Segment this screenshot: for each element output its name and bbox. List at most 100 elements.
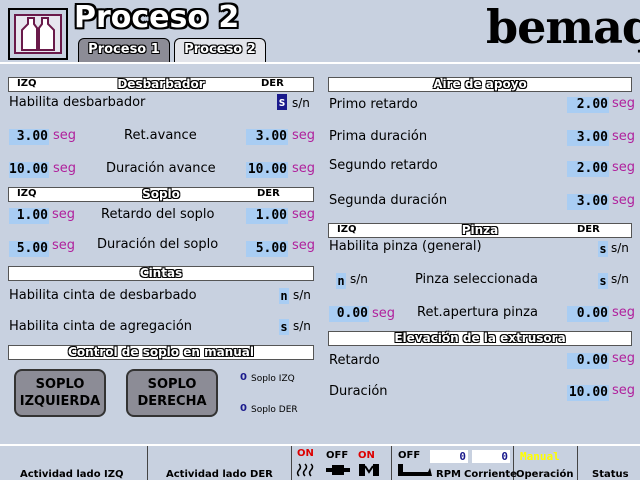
pump-off-label: OFF — [326, 450, 349, 461]
segundo-retardo-field[interactable]: 2.00 — [567, 161, 609, 177]
cinta-desbarbado-field[interactable]: n — [279, 288, 289, 304]
control-soplo-title: Control de soplo en manual — [68, 345, 254, 359]
habilita-desbarbador-label: Habilita desbarbador — [9, 95, 146, 110]
status-bar: Actividad lado IZQ Actividad lado DER ON… — [0, 444, 640, 480]
pinza-sel-izq-field[interactable]: n — [336, 273, 346, 289]
actividad-izq-label: Actividad lado IZQ — [20, 469, 124, 480]
habilita-desbarbador-sn: s/n — [292, 96, 310, 110]
elevacion-duracion-field[interactable]: 10.00 — [567, 385, 609, 401]
soplo-derecha-line2: DERECHA — [137, 394, 207, 409]
actividad-der-label: Actividad lado DER — [166, 469, 273, 480]
pinza-sel-der-field[interactable]: s — [598, 273, 608, 289]
duracion-avance-label: Duración avance — [106, 161, 216, 176]
operacion-cell[interactable]: Manual Operación — [514, 446, 578, 480]
segunda-duracion-field[interactable]: 3.00 — [567, 194, 609, 210]
motor-off-label: OFF — [398, 450, 421, 461]
retavance-izq-unit: seg — [53, 128, 77, 143]
soplo-izquierda-button[interactable]: SOPLO IZQUIERDA — [14, 369, 106, 417]
habilita-desbarbador-field[interactable]: s — [277, 94, 287, 110]
rpm-value: 0 — [430, 450, 468, 463]
duracion-avance-izq-field[interactable]: 10.00 — [9, 162, 49, 178]
heater-icon — [296, 463, 314, 477]
cinta-agregacion-field[interactable]: s — [279, 319, 289, 335]
page-title: Proceso 2 — [74, 0, 240, 35]
pinza-der-label: DER — [577, 224, 600, 235]
primo-retardo-label: Primo retardo — [329, 97, 418, 112]
elevacion-section-header: Elevación de la extrusora — [328, 331, 632, 346]
habilita-pinza-sn: s/n — [611, 241, 629, 255]
cinta-desbarbado-sn: s/n — [293, 288, 311, 302]
status-cell[interactable]: Status — [578, 446, 640, 480]
desbarbador-section-header: IZQ Desbarbador DER — [8, 77, 314, 92]
header-divider — [0, 62, 640, 64]
tab-proceso-1[interactable]: Proceso 1 — [78, 38, 170, 62]
prima-duracion-label: Prima duración — [329, 129, 428, 144]
prima-duracion-unit: seg — [612, 129, 636, 144]
retapertura-izq-field[interactable]: 0.00 — [329, 306, 369, 322]
soplo-izq-value: 0 — [240, 372, 247, 383]
bottles-icon — [21, 17, 55, 51]
elevacion-title: Elevación de la extrusora — [394, 331, 566, 345]
elevacion-duracion-label: Duración — [329, 384, 388, 399]
soplo-izquierda-line1: SOPLO — [35, 377, 85, 392]
soplo-derecha-line1: SOPLO — [147, 377, 197, 392]
corriente-value: 0 — [472, 450, 510, 463]
retapertura-der-field[interactable]: 0.00 — [567, 306, 609, 322]
segunda-duracion-unit: seg — [612, 193, 636, 208]
retavance-label: Ret.avance — [124, 128, 197, 143]
status-label: Status — [592, 469, 629, 480]
habilita-pinza-field[interactable]: s — [598, 241, 608, 257]
brand-logo: bemaq — [486, 0, 640, 54]
actividad-izq-cell[interactable]: Actividad lado IZQ — [0, 446, 148, 480]
elevacion-duracion-unit: seg — [612, 383, 636, 398]
soplo-der-value: 0 — [240, 403, 247, 414]
header: Proceso 2 bemaq Proceso 1 Proceso 2 — [0, 0, 640, 62]
tab-proceso-2[interactable]: Proceso 2 — [174, 38, 266, 62]
motor-icon — [398, 464, 432, 476]
duracion-avance-der-field[interactable]: 10.00 — [246, 162, 288, 178]
soplo-der-indicator-label: Soplo DER — [251, 405, 298, 415]
cintas-title: Cintas — [139, 266, 183, 280]
prima-duracion-field[interactable]: 3.00 — [567, 130, 609, 146]
pinza-seleccionada-label: Pinza seleccionada — [415, 272, 538, 287]
elevacion-retardo-label: Retardo — [329, 353, 380, 368]
primo-retardo-unit: seg — [612, 96, 636, 111]
retapertura-label: Ret.apertura pinza — [417, 305, 538, 320]
primo-retardo-field[interactable]: 2.00 — [567, 97, 609, 113]
duracion-soplo-label: Duración del soplo — [97, 237, 219, 252]
corriente-label: Corriente — [464, 469, 517, 480]
retavance-izq-field[interactable]: 3.00 — [9, 129, 49, 145]
duracion-avance-izq-unit: seg — [53, 161, 77, 176]
duracion-soplo-izq-field[interactable]: 5.00 — [9, 241, 49, 257]
soplo-izquierda-line2: IZQUIERDA — [19, 394, 101, 409]
actividad-der-cell[interactable]: Actividad lado DER — [148, 446, 292, 480]
valve-on-label: ON — [358, 450, 375, 461]
retavance-der-field[interactable]: 3.00 — [246, 129, 288, 145]
pinza-sel-izq-sn: s/n — [350, 272, 368, 286]
soplo-izq-indicator-label: Soplo IZQ — [251, 374, 295, 384]
pinza-section-header: IZQ Pinza DER — [328, 223, 632, 238]
duracion-soplo-izq-unit: seg — [52, 238, 76, 253]
heater-on-label: ON — [297, 448, 314, 459]
pump-icon — [326, 465, 350, 475]
retapertura-der-unit: seg — [612, 305, 636, 320]
elevacion-retardo-field[interactable]: 0.00 — [567, 353, 609, 369]
retardo-soplo-izq-unit: seg — [52, 207, 76, 222]
retardo-soplo-der-unit: seg — [292, 207, 316, 222]
habilita-pinza-label: Habilita pinza (general) — [329, 239, 482, 254]
control-soplo-section-header: Control de soplo en manual — [8, 345, 314, 360]
retardo-soplo-der-field[interactable]: 1.00 — [246, 208, 288, 224]
rpm-corriente-cell: OFF 0 0 RPM Corriente — [392, 446, 517, 480]
retardo-soplo-izq-field[interactable]: 1.00 — [9, 208, 49, 224]
elevacion-retardo-unit: seg — [612, 351, 636, 366]
cinta-agregacion-sn: s/n — [293, 319, 311, 333]
segundo-retardo-unit: seg — [612, 160, 636, 175]
valve-icon — [359, 464, 379, 476]
operacion-label: Operación — [516, 469, 574, 480]
soplo-derecha-button[interactable]: SOPLO DERECHA — [126, 369, 218, 417]
logo — [8, 8, 68, 60]
operation-mode-value: Manual — [520, 450, 560, 463]
duracion-soplo-der-field[interactable]: 5.00 — [246, 241, 288, 257]
duracion-avance-der-unit: seg — [292, 161, 316, 176]
aire-apoyo-title: Aire de apoyo — [433, 77, 527, 91]
